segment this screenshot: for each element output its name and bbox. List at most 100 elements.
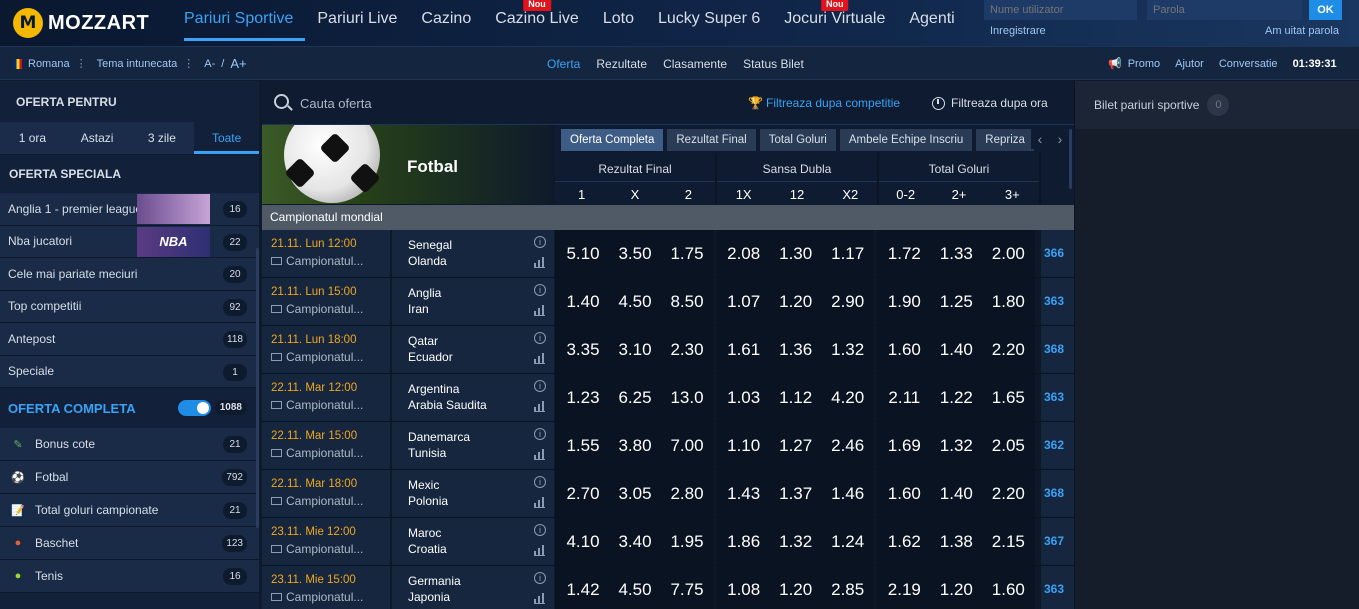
odd-cell[interactable]: 3.50 xyxy=(609,230,661,277)
tab-astazi[interactable]: Astazi xyxy=(65,122,130,154)
market-tab-rezultat-final[interactable]: Rezultat Final xyxy=(667,129,756,151)
stats-icon[interactable] xyxy=(534,401,545,412)
odd-cell[interactable]: 1.23 xyxy=(557,374,609,421)
special-offer-item[interactable]: Speciale 1 xyxy=(0,355,259,388)
language-selector[interactable]: Romana xyxy=(28,58,70,70)
login-ok-button[interactable]: OK xyxy=(1309,0,1342,20)
odd-cell[interactable]: 1.30 xyxy=(769,230,822,277)
search-input[interactable]: Cauta oferta xyxy=(300,96,372,111)
special-offer-item[interactable]: Top competitii 92 xyxy=(0,290,259,323)
market-tab-repriza[interactable]: Repriza xyxy=(976,129,1034,151)
stats-icon[interactable] xyxy=(534,449,545,460)
odd-cell[interactable]: 1.42 xyxy=(557,566,609,609)
odd-cell[interactable]: 1.08 xyxy=(717,566,770,609)
register-link[interactable]: Inregistrare xyxy=(990,25,1046,37)
password-input[interactable] xyxy=(1147,0,1302,20)
odd-cell[interactable]: 8.50 xyxy=(661,278,713,325)
odd-cell[interactable]: 13.0 xyxy=(661,374,713,421)
subnav-oferta[interactable]: Oferta xyxy=(547,57,580,71)
sport-item-total-goluri-campionate[interactable]: 📝 Total goluri campionate 21 xyxy=(0,494,259,527)
chat-link[interactable]: Conversatie xyxy=(1219,58,1278,70)
forgot-password-link[interactable]: Am uitat parola xyxy=(1265,25,1339,37)
more-markets-link[interactable]: 363 xyxy=(1041,566,1074,609)
more-markets-link[interactable]: 363 xyxy=(1041,278,1074,325)
odd-cell[interactable]: 1.60 xyxy=(878,470,931,517)
odd-cell[interactable]: 2.20 xyxy=(982,470,1035,517)
stats-icon[interactable] xyxy=(534,353,545,364)
info-icon[interactable]: i xyxy=(534,380,546,392)
odd-cell[interactable]: 2.80 xyxy=(661,470,713,517)
odd-cell[interactable]: 6.25 xyxy=(609,374,661,421)
sport-item-baschet[interactable]: ● Baschet 123 xyxy=(0,527,259,560)
odd-cell[interactable]: 4.20 xyxy=(821,374,874,421)
odd-cell[interactable]: 3.05 xyxy=(609,470,661,517)
stats-icon[interactable] xyxy=(534,497,545,508)
market-tab-oferta-completa[interactable]: Oferta Completa xyxy=(561,129,664,151)
odd-cell[interactable]: 1.62 xyxy=(878,518,931,565)
odd-cell[interactable]: 1.60 xyxy=(878,326,931,373)
odd-cell[interactable]: 1.61 xyxy=(717,326,770,373)
odd-cell[interactable]: 3.80 xyxy=(609,422,661,469)
odd-cell[interactable]: 1.90 xyxy=(878,278,931,325)
odd-cell[interactable]: 1.12 xyxy=(769,374,822,421)
info-icon[interactable]: i xyxy=(534,524,546,536)
more-markets-link[interactable]: 368 xyxy=(1041,326,1074,373)
odd-cell[interactable]: 1.22 xyxy=(930,374,983,421)
odd-cell[interactable]: 2.15 xyxy=(982,518,1035,565)
more-markets-link[interactable]: 367 xyxy=(1041,518,1074,565)
odd-cell[interactable]: 1.32 xyxy=(930,422,983,469)
odd-cell[interactable]: 1.25 xyxy=(930,278,983,325)
odd-cell[interactable]: 1.27 xyxy=(769,422,822,469)
match-teams[interactable]: Maroc Croatia i xyxy=(392,518,554,565)
odd-cell[interactable]: 2.90 xyxy=(821,278,874,325)
odd-cell[interactable]: 1.17 xyxy=(821,230,874,277)
match-info[interactable]: 22.11. Mar 18:00 Campionatul... xyxy=(262,470,390,517)
mozzart-logo[interactable]: M MOZZART xyxy=(13,8,149,38)
odd-cell[interactable]: 1.46 xyxy=(821,470,874,517)
more-markets-link[interactable]: 363 xyxy=(1041,374,1074,421)
odd-cell[interactable]: 2.00 xyxy=(982,230,1035,277)
more-markets-link[interactable]: 362 xyxy=(1041,422,1074,469)
odd-cell[interactable]: 4.50 xyxy=(609,278,661,325)
odd-cell[interactable]: 7.00 xyxy=(661,422,713,469)
oferta-completa-toggle[interactable] xyxy=(178,400,211,416)
odd-cell[interactable]: 2.08 xyxy=(717,230,770,277)
odd-cell[interactable]: 1.60 xyxy=(982,566,1035,609)
odd-cell[interactable]: 3.40 xyxy=(609,518,661,565)
odd-cell[interactable]: 1.69 xyxy=(878,422,931,469)
sport-item-bonus-cote[interactable]: ✎ Bonus cote 21 xyxy=(0,428,259,461)
match-teams[interactable]: Mexic Polonia i xyxy=(392,470,554,517)
special-offer-item[interactable]: Nba jucatori NBA 22 xyxy=(0,225,259,258)
match-teams[interactable]: Qatar Ecuador i xyxy=(392,326,554,373)
odd-cell[interactable]: 1.36 xyxy=(769,326,822,373)
tab-3-zile[interactable]: 3 zile xyxy=(130,122,195,154)
odd-cell[interactable]: 2.30 xyxy=(661,326,713,373)
odd-cell[interactable]: 2.19 xyxy=(878,566,931,609)
filter-time-button[interactable]: Filtreaza dupa ora xyxy=(932,96,1048,110)
theme-selector[interactable]: Tema intunecata xyxy=(97,58,178,70)
filter-competition-button[interactable]: 🏆 Filtreaza dupa competitie xyxy=(748,96,900,110)
odd-cell[interactable]: 1.07 xyxy=(717,278,770,325)
odd-cell[interactable]: 2.70 xyxy=(557,470,609,517)
odd-cell[interactable]: 5.10 xyxy=(557,230,609,277)
odd-cell[interactable]: 1.38 xyxy=(930,518,983,565)
odd-cell[interactable]: 1.32 xyxy=(821,326,874,373)
nav-item-cazino-live[interactable]: Cazino Live Nou xyxy=(483,0,591,40)
odd-cell[interactable]: 2.11 xyxy=(878,374,931,421)
special-offer-item[interactable]: Cele mai pariate meciuri 20 xyxy=(0,258,259,291)
stats-icon[interactable] xyxy=(534,545,545,556)
font-decrease-button[interactable]: A- xyxy=(204,58,215,70)
odd-cell[interactable]: 2.05 xyxy=(982,422,1035,469)
oferta-completa-row[interactable]: OFERTA COMPLETA 1088 xyxy=(0,388,259,428)
odd-cell[interactable]: 4.10 xyxy=(557,518,609,565)
odd-cell[interactable]: 1.43 xyxy=(717,470,770,517)
odd-cell[interactable]: 1.37 xyxy=(769,470,822,517)
match-teams[interactable]: Germania Japonia i xyxy=(392,566,554,609)
odd-cell[interactable]: 1.33 xyxy=(930,230,983,277)
special-offer-item[interactable]: Antepost 118 xyxy=(0,323,259,356)
stats-icon[interactable] xyxy=(534,305,545,316)
odd-cell[interactable]: 3.35 xyxy=(557,326,609,373)
betslip-header[interactable]: Bilet pariuri sportive 0 xyxy=(1075,81,1359,129)
chevron-left-icon[interactable]: ‹ xyxy=(1031,129,1049,149)
tab-1-ora[interactable]: 1 ora xyxy=(0,122,65,154)
